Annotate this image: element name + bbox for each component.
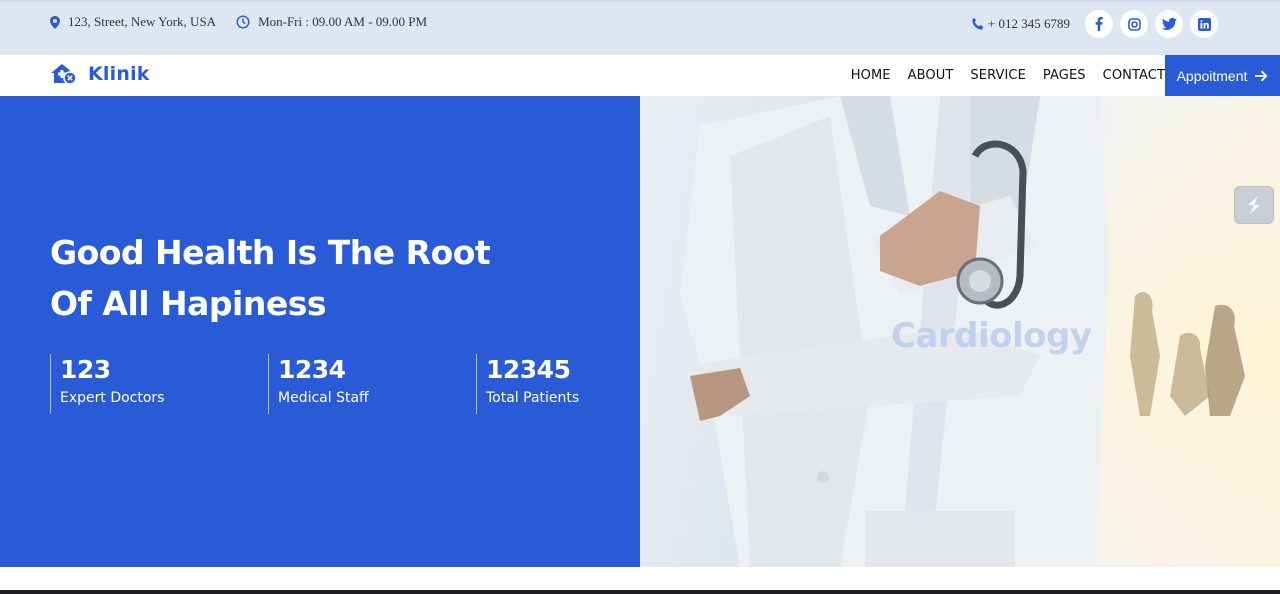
facebook-button[interactable] xyxy=(1085,10,1113,38)
hero-panel: Good Health Is The Root Of All Hapiness … xyxy=(0,96,640,567)
slide-caption: Cardiology xyxy=(891,316,1092,356)
topbar-right: + 012 345 6789 xyxy=(971,10,1218,38)
appointment-button[interactable]: Appoitment xyxy=(1165,55,1280,96)
clock-icon xyxy=(236,15,250,29)
headline-line-1: Good Health Is The Root xyxy=(50,233,491,272)
map-pin-icon xyxy=(50,15,60,29)
nav-pages[interactable]: PAGES xyxy=(1043,68,1086,83)
stat-value: 1234 xyxy=(278,355,346,384)
brand-logo[interactable]: Klinik xyxy=(50,63,150,85)
floating-tool-button[interactable] xyxy=(1234,186,1274,224)
nav-about[interactable]: ABOUT xyxy=(908,68,954,83)
phone-icon xyxy=(972,17,984,30)
instagram-button[interactable] xyxy=(1120,10,1148,38)
nav-contact[interactable]: CONTACT xyxy=(1103,68,1165,83)
hero-headline: Good Health Is The Root Of All Hapiness xyxy=(50,227,510,329)
phone-text: + 012 345 6789 xyxy=(987,16,1070,31)
stat-label: Expert Doctors xyxy=(60,390,165,406)
contact-info: 123, Street, New York, USA Mon-Fri : 09.… xyxy=(50,14,447,30)
appointment-label: Appoitment xyxy=(1176,67,1248,84)
stat-value: 123 xyxy=(60,355,111,384)
hours-item: Mon-Fri : 09.00 AM - 09.00 PM xyxy=(236,14,427,30)
stat-label: Medical Staff xyxy=(278,390,369,406)
navbar: Klinik HOME ABOUT SERVICE PAGES CONTACT … xyxy=(0,55,1280,96)
main-nav: HOME ABOUT SERVICE PAGES CONTACT xyxy=(834,55,1165,96)
stat-label: Total Patients xyxy=(486,390,580,406)
hero-image-slide[interactable]: Cardiology xyxy=(640,96,1280,567)
clinic-house-icon xyxy=(51,64,77,85)
nav-home[interactable]: HOME xyxy=(851,68,891,83)
hours-text: Mon-Fri : 09.00 AM - 09.00 PM xyxy=(258,14,428,29)
facebook-icon xyxy=(1095,17,1103,31)
twitter-button[interactable] xyxy=(1155,10,1183,38)
stat-value: 12345 xyxy=(486,355,571,384)
top-bar: 123, Street, New York, USA Mon-Fri : 09.… xyxy=(0,0,1280,55)
headline-line-2: Of All Hapiness xyxy=(50,284,327,323)
stat-patients: 12345 Total Patients xyxy=(476,354,626,414)
address-text: 123, Street, New York, USA xyxy=(68,14,217,29)
nav-service[interactable]: SERVICE xyxy=(970,68,1026,83)
instagram-icon xyxy=(1127,17,1141,31)
twitter-icon xyxy=(1161,18,1177,30)
linkedin-button[interactable] xyxy=(1190,10,1218,38)
linkedin-icon xyxy=(1197,17,1211,31)
tool-logo-icon xyxy=(1248,196,1260,214)
stat-doctors: 123 Expert Doctors xyxy=(50,354,268,414)
stats-row: 123 Expert Doctors 1234 Medical Staff 12… xyxy=(50,354,626,414)
phone-item[interactable]: + 012 345 6789 xyxy=(971,16,1070,32)
bottom-divider xyxy=(0,590,1280,594)
stat-staff: 1234 Medical Staff xyxy=(268,354,476,414)
brand-name: Klinik xyxy=(88,63,150,85)
arrow-right-icon xyxy=(1255,70,1268,81)
address-item: 123, Street, New York, USA xyxy=(50,14,216,30)
